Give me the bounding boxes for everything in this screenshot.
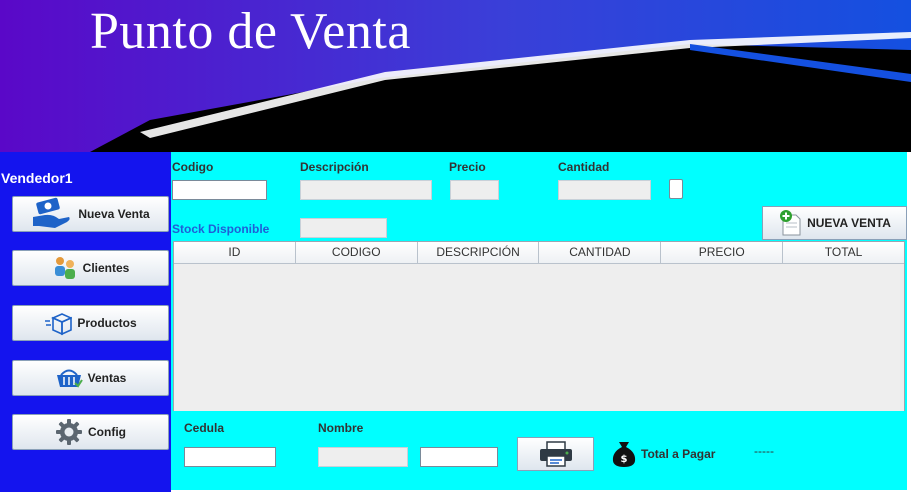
config-button[interactable]: Config bbox=[12, 414, 169, 450]
money-hand-icon bbox=[33, 197, 70, 228]
window-edge-right bbox=[907, 152, 911, 492]
box-icon bbox=[45, 313, 73, 336]
print-button[interactable] bbox=[517, 437, 594, 471]
stock-label: Stock Disponible bbox=[172, 222, 270, 236]
sidebar: Vendedor1 Nueva Venta Clientes Productos bbox=[0, 152, 171, 492]
codigo-label: Codigo bbox=[172, 160, 214, 174]
nueva-venta-button[interactable]: Nueva Venta bbox=[12, 196, 169, 232]
printer-icon bbox=[539, 441, 572, 467]
precio-label: Precio bbox=[449, 160, 486, 174]
new-document-icon bbox=[780, 210, 801, 236]
sales-table[interactable]: ID CODIGO DESCRIPCIÓN CANTIDAD PRECIO TO… bbox=[173, 241, 905, 411]
extra-field[interactable] bbox=[420, 447, 498, 467]
cantidad-field[interactable] bbox=[558, 180, 651, 200]
svg-text:$: $ bbox=[621, 454, 628, 465]
nombre-field[interactable] bbox=[318, 447, 408, 467]
codigo-field[interactable] bbox=[172, 180, 267, 200]
people-icon bbox=[54, 257, 75, 279]
nombre-label: Nombre bbox=[318, 421, 364, 435]
nueva-venta-action-label: NUEVA VENTA bbox=[807, 216, 891, 230]
precio-field[interactable] bbox=[450, 180, 499, 200]
total-label-group: $ Total a Pagar bbox=[611, 440, 715, 468]
header-banner: Punto de Venta bbox=[0, 0, 911, 152]
descripcion-field[interactable] bbox=[300, 180, 432, 200]
cantidad-label: Cantidad bbox=[558, 160, 610, 174]
table-header: ID CODIGO DESCRIPCIÓN CANTIDAD PRECIO TO… bbox=[174, 242, 904, 264]
column-header-id[interactable]: ID bbox=[174, 242, 296, 263]
config-label: Config bbox=[88, 425, 126, 439]
gear-icon bbox=[56, 419, 82, 445]
money-bag-icon: $ bbox=[612, 442, 636, 467]
quantity-checkbox[interactable] bbox=[669, 179, 683, 199]
table-body[interactable] bbox=[174, 264, 904, 411]
ventas-label: Ventas bbox=[87, 371, 127, 385]
user-name: Vendedor1 bbox=[1, 170, 73, 186]
total-value: ----- bbox=[754, 444, 774, 458]
ventas-button[interactable]: Ventas bbox=[12, 360, 169, 396]
descripcion-label: Descripción bbox=[300, 160, 369, 174]
column-header-total[interactable]: TOTAL bbox=[783, 242, 904, 263]
app-title: Punto de Venta bbox=[90, 3, 411, 60]
basket-icon bbox=[56, 369, 83, 388]
cedula-label: Cedula bbox=[184, 421, 225, 435]
productos-label: Productos bbox=[77, 316, 137, 330]
stock-field[interactable] bbox=[300, 218, 387, 238]
column-header-cantidad[interactable]: CANTIDAD bbox=[539, 242, 662, 263]
column-header-codigo[interactable]: CODIGO bbox=[296, 242, 418, 263]
nueva-venta-label: Nueva Venta bbox=[78, 207, 150, 221]
column-header-precio[interactable]: PRECIO bbox=[661, 242, 784, 263]
clientes-label: Clientes bbox=[82, 261, 130, 275]
productos-button[interactable]: Productos bbox=[12, 305, 169, 341]
cedula-field[interactable] bbox=[184, 447, 276, 467]
nueva-venta-action-button[interactable]: NUEVA VENTA bbox=[762, 206, 907, 240]
total-label: Total a Pagar bbox=[641, 447, 716, 461]
main-panel: Codigo Descripción Precio Cantidad Stock… bbox=[171, 152, 907, 490]
column-header-descripcion[interactable]: DESCRIPCIÓN bbox=[418, 242, 540, 263]
clientes-button[interactable]: Clientes bbox=[12, 250, 169, 286]
